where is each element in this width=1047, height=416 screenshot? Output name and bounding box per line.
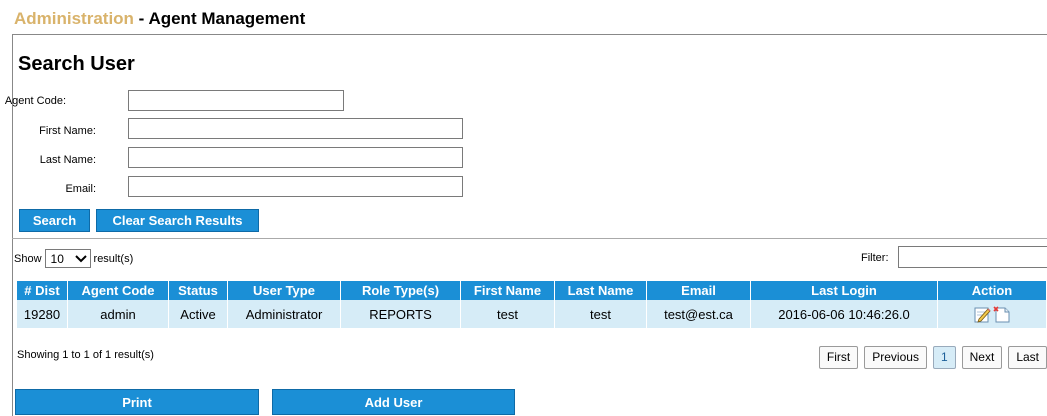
- table-header-row: # Dist Agent Code Status User Type Role …: [17, 281, 1047, 300]
- clear-search-button[interactable]: Clear Search Results: [96, 209, 259, 232]
- action-icons: [974, 305, 1011, 323]
- results-summary: Showing 1 to 1 of 1 result(s): [17, 349, 154, 361]
- column-header-email[interactable]: Email: [646, 281, 751, 300]
- page-size-select[interactable]: 10: [44, 249, 91, 268]
- print-button[interactable]: Print: [15, 389, 259, 415]
- last-name-input[interactable]: [128, 147, 463, 168]
- cell-last-name: test: [554, 300, 647, 328]
- cell-user-type: Administrator: [227, 300, 341, 328]
- cell-dist: 19280: [17, 300, 68, 328]
- first-name-input[interactable]: [128, 118, 463, 139]
- last-page-button[interactable]: Last: [1008, 346, 1047, 369]
- column-header-user-type[interactable]: User Type: [227, 281, 341, 300]
- page-size-control: Show 10 result(s): [14, 249, 133, 268]
- previous-page-button[interactable]: Previous: [864, 346, 927, 369]
- page-title: Administration - Agent Management: [14, 9, 305, 29]
- table-row: 19280 admin Active Administrator REPORTS…: [17, 300, 1047, 328]
- column-header-dist[interactable]: # Dist: [17, 281, 68, 300]
- delete-icon[interactable]: [992, 305, 1011, 323]
- section-title: Administration: [14, 9, 134, 28]
- search-heading: Search User: [18, 53, 135, 75]
- column-header-last-name[interactable]: Last Name: [554, 281, 647, 300]
- search-button[interactable]: Search: [19, 209, 90, 232]
- agent-code-input[interactable]: [128, 90, 344, 111]
- last-name-label: Last Name:: [39, 154, 96, 166]
- cell-role-types: REPORTS: [340, 300, 461, 328]
- add-user-button[interactable]: Add User: [272, 389, 515, 415]
- first-name-label: First Name:: [39, 125, 96, 137]
- page-heading: Agent Management: [148, 9, 306, 28]
- agent-code-label: Agent Code:: [4, 95, 66, 107]
- chevron-down-icon: [74, 254, 87, 262]
- cell-email: test@est.ca: [646, 300, 751, 328]
- email-label: Email:: [65, 183, 96, 195]
- column-header-role-types[interactable]: Role Type(s): [340, 281, 461, 300]
- show-label: Show: [14, 252, 42, 265]
- filter-input[interactable]: [898, 246, 1047, 268]
- results-table: # Dist Agent Code Status User Type Role …: [17, 281, 1047, 328]
- result-suffix: result(s): [93, 252, 134, 265]
- title-separator: -: [133, 9, 149, 28]
- cell-last-login: 2016-06-06 10:46:26.0: [750, 300, 938, 328]
- edit-icon[interactable]: [974, 306, 992, 323]
- current-page-button[interactable]: 1: [932, 346, 956, 369]
- cell-action: [937, 300, 1047, 328]
- email-input[interactable]: [128, 176, 463, 197]
- column-header-agent-code[interactable]: Agent Code: [67, 281, 169, 300]
- cell-first-name: test: [460, 300, 555, 328]
- column-header-status[interactable]: Status: [168, 281, 228, 300]
- column-header-action: Action: [937, 281, 1047, 300]
- first-page-button[interactable]: First: [818, 346, 859, 369]
- filter-label: Filter:: [861, 252, 889, 264]
- cell-status: Active: [168, 300, 228, 328]
- cell-agent-code: admin: [67, 300, 169, 328]
- page-size-value: 10: [50, 251, 64, 266]
- next-page-button[interactable]: Next: [961, 346, 1003, 369]
- section-divider: [12, 238, 1047, 239]
- column-header-last-login[interactable]: Last Login: [750, 281, 938, 300]
- pagination: First Previous 1 Next Last: [818, 346, 1047, 369]
- column-header-first-name[interactable]: First Name: [460, 281, 555, 300]
